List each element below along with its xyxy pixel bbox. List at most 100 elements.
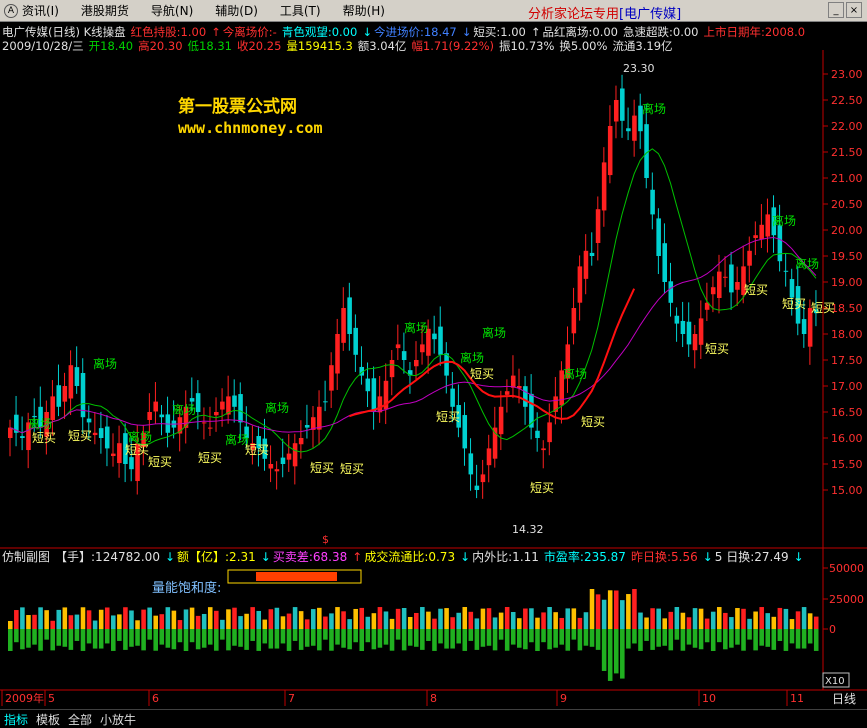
- info-line1-item: 急速超跌:0.00: [623, 25, 699, 39]
- volume-up-bar: [510, 612, 516, 629]
- volume-down-bar: [710, 629, 716, 651]
- buy-signal-label: 短买: [705, 342, 729, 356]
- sub-info-item: ↓: [793, 550, 804, 564]
- volume-up-bar: [274, 607, 280, 629]
- menu-tools[interactable]: 工具(T): [280, 2, 321, 19]
- tab-indicator[interactable]: 指标: [0, 710, 32, 727]
- close-button[interactable]: ×: [846, 2, 862, 18]
- candle-body: [395, 344, 401, 349]
- price-tick-label: 21.50: [831, 146, 863, 159]
- candle-body: [189, 398, 195, 402]
- candle-body: [304, 425, 310, 428]
- menu-info[interactable]: 资讯(I): [22, 2, 59, 19]
- candle-body: [735, 282, 740, 290]
- volume-down-bar: [32, 629, 37, 645]
- volume-up-bar: [147, 607, 152, 629]
- kline-chart[interactable]: 15.00 15.50 16.00 16.50 17.00 17.50 18.00 18.50…: [0, 0, 867, 727]
- buy-signal-label: 短买: [310, 461, 334, 475]
- volume-up-bar: [159, 614, 165, 629]
- menu-hk-futures[interactable]: 港股期货: [81, 2, 129, 19]
- volume-up-bar: [38, 607, 43, 629]
- volume-up-bar: [20, 607, 25, 629]
- candle-body: [747, 250, 752, 266]
- volume-down-bar: [135, 629, 140, 646]
- volume-down-bar: [577, 629, 583, 651]
- volume-up-bar: [298, 611, 304, 629]
- tab-template[interactable]: 模板: [32, 710, 64, 727]
- candle-body: [341, 308, 346, 343]
- volume-down-bar: [789, 629, 795, 644]
- volume-up-bar: [426, 611, 431, 629]
- info-line2-item: 2009/10/28/三: [2, 39, 84, 53]
- volume-down-bar: [704, 629, 710, 643]
- sub-info-item: ↓: [164, 550, 176, 564]
- volume-up-bar: [26, 615, 31, 629]
- volume-up-bar: [607, 590, 613, 629]
- sub-info-item: 额【亿】:2.31: [177, 550, 256, 564]
- volume-down-bar: [565, 629, 571, 651]
- candle-body: [547, 422, 552, 443]
- volume-down-bar: [583, 629, 589, 646]
- volume-up-bar: [56, 609, 62, 629]
- candle-body: [723, 276, 728, 278]
- volume-up-bar: [189, 607, 195, 629]
- volume-up-bar: [323, 616, 328, 629]
- exit-signal-label: 离场: [642, 101, 666, 116]
- volume-up-bar: [371, 613, 377, 629]
- tab-xiaofangniu[interactable]: 小放牛: [96, 710, 140, 727]
- volume-up-bar: [777, 607, 783, 629]
- candle-body: [323, 401, 328, 403]
- volume-up-bar: [656, 608, 661, 629]
- tab-all[interactable]: 全部: [64, 710, 96, 727]
- volume-down-bar: [86, 629, 92, 644]
- menu-help[interactable]: 帮助(H): [343, 2, 385, 19]
- price-tick-label: 16.50: [831, 406, 863, 419]
- volume-up-bar: [795, 611, 801, 629]
- volume-down-bar: [650, 629, 655, 650]
- candle-body: [389, 360, 395, 378]
- sub-info-item: 买卖差:68.38: [272, 550, 348, 564]
- buy-signal-label: 短买: [245, 443, 269, 457]
- volume-up-bar: [547, 607, 552, 629]
- volume-down-bar: [238, 629, 243, 647]
- exit-signal-label: 离场: [404, 320, 428, 335]
- volume-down-bar: [468, 629, 474, 641]
- volume-down-bar: [262, 629, 268, 644]
- volume-up-bar: [704, 618, 710, 629]
- volume-down-bar: [104, 629, 110, 644]
- candle-body: [710, 287, 716, 295]
- candle-body: [153, 401, 158, 412]
- volume-up-bar: [747, 618, 752, 629]
- volume-up-bar: [601, 599, 607, 629]
- info-line2-item: 流通3.19亿: [612, 39, 673, 53]
- volume-up-bar: [765, 613, 771, 629]
- candle-body: [207, 427, 213, 429]
- menu-navigate[interactable]: 导航(N): [151, 2, 193, 19]
- volume-up-bar: [517, 618, 522, 629]
- menu-assist[interactable]: 辅助(D): [215, 2, 258, 19]
- volume-down-bar: [607, 629, 613, 681]
- volume-down-bar: [74, 629, 80, 641]
- candle-body: [298, 438, 304, 445]
- system-menu-icon[interactable]: A: [4, 3, 18, 18]
- price-tick-label: 23.00: [831, 68, 863, 81]
- volume-down-bar: [292, 629, 298, 641]
- volume-down-bar: [692, 629, 698, 648]
- volume-down-bar: [304, 629, 310, 647]
- buy-signal-label: 短买: [68, 429, 92, 443]
- volume-up-bar: [801, 607, 807, 629]
- volume-down-bar: [38, 629, 43, 651]
- minimize-button[interactable]: _: [828, 2, 844, 18]
- candle-body: [56, 385, 62, 407]
- vol-tick-label: 0: [829, 623, 836, 636]
- candle-body: [595, 209, 601, 244]
- volume-up-bar: [662, 618, 668, 629]
- info-line1-item: 品红离场:0.00: [542, 25, 618, 39]
- volume-bars-group: [8, 589, 819, 681]
- candle-body: [662, 243, 668, 282]
- volume-up-bar: [438, 608, 443, 629]
- candle-body: [492, 427, 498, 459]
- volume-up-bar: [8, 621, 13, 629]
- price-tick-label: 18.00: [831, 328, 863, 341]
- low-price-label: 14.32: [512, 523, 544, 536]
